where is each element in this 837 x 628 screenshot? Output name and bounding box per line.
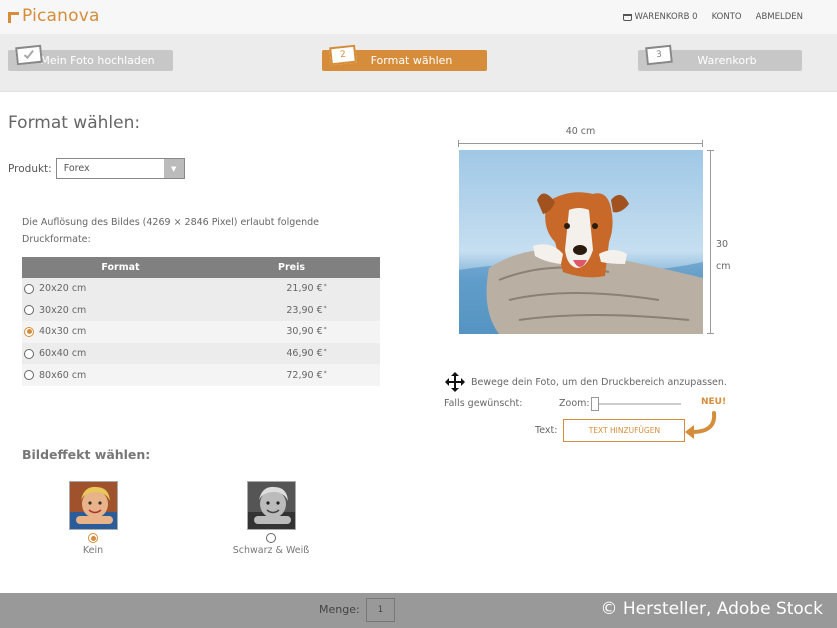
price-value: 30,90 € bbox=[286, 326, 323, 338]
zoom-label: Zoom: bbox=[559, 398, 590, 409]
step-3-badge: 3 bbox=[645, 44, 673, 66]
effect-bw-thumbnail[interactable] bbox=[246, 481, 296, 530]
move-hint-text: Bewege dein Foto, um den Druckbereich an… bbox=[471, 376, 727, 388]
quantity-label: Menge: bbox=[319, 603, 360, 616]
step-2-label: Format wählen bbox=[370, 54, 453, 67]
format-radio[interactable] bbox=[24, 348, 34, 359]
nav-logout[interactable]: ABMELDEN bbox=[756, 12, 803, 22]
price-footnote-mark: * bbox=[323, 283, 327, 291]
format-label: 80x60 cm bbox=[39, 369, 87, 381]
new-badge: NEU! bbox=[701, 397, 727, 407]
price-footnote-mark: * bbox=[323, 348, 327, 356]
format-label: 40x30 cm bbox=[39, 326, 87, 338]
step-1-badge bbox=[15, 44, 43, 66]
product-select[interactable]: Forex ▼ bbox=[55, 158, 185, 179]
logo[interactable]: Picanova bbox=[8, 5, 100, 27]
optional-label: Falls gewünscht: bbox=[444, 398, 523, 409]
effect-none-radio[interactable] bbox=[88, 533, 98, 543]
step-cart[interactable]: 3 Warenkorb bbox=[638, 44, 802, 71]
zoom-slider-handle[interactable] bbox=[591, 397, 599, 411]
price-footnote-mark: * bbox=[323, 369, 327, 377]
product-select-value: Forex bbox=[63, 163, 90, 174]
step-bar: Mein Foto hochladen 2 Format wählen 3 Wa… bbox=[0, 35, 837, 92]
effect-bw-label: Schwarz & Weiß bbox=[232, 545, 310, 556]
curved-arrow-icon bbox=[685, 411, 717, 439]
effect-none-thumbnail[interactable] bbox=[68, 481, 118, 530]
format-label: 20x20 cm bbox=[39, 283, 87, 295]
height-dimension-label: 30 cm bbox=[716, 234, 746, 278]
add-text-button[interactable]: TEXT HINZUFÜGEN bbox=[563, 419, 686, 442]
table-row[interactable]: 60x40 cm 46,90 €* bbox=[22, 342, 380, 365]
effect-none-label: Kein bbox=[82, 545, 104, 556]
format-label: 30x20 cm bbox=[39, 304, 87, 316]
table-row[interactable]: 80x60 cm 72,90 €* bbox=[22, 364, 380, 386]
text-label: Text: bbox=[535, 425, 558, 436]
price-footnote-mark: * bbox=[323, 304, 327, 312]
format-radio[interactable] bbox=[24, 283, 34, 294]
price-value: 46,90 € bbox=[286, 348, 323, 360]
format-label: 60x40 cm bbox=[39, 348, 87, 360]
product-label: Produkt: bbox=[8, 162, 52, 175]
step-3-label: Warenkorb bbox=[697, 54, 757, 67]
width-dimension-line bbox=[458, 140, 703, 147]
quantity-input[interactable]: 1 bbox=[366, 598, 395, 622]
product-row: Produkt: Forex ▼ bbox=[8, 158, 185, 179]
step-2-badge: 2 bbox=[329, 44, 357, 66]
height-unit: cm bbox=[716, 261, 731, 272]
header-price: Preis bbox=[277, 262, 305, 273]
cart-icon bbox=[622, 13, 632, 21]
logo-text: Picanova bbox=[22, 6, 100, 26]
effect-none[interactable]: Kein bbox=[53, 481, 133, 556]
nav-account[interactable]: KONTO bbox=[712, 12, 742, 22]
price-value: 72,90 € bbox=[286, 369, 323, 381]
price-value: 21,90 € bbox=[286, 283, 323, 295]
price-footnote-mark: * bbox=[323, 326, 327, 334]
top-header: Picanova WARENKORB 0 KONTO ABMELDEN bbox=[0, 0, 837, 35]
step-upload[interactable]: Mein Foto hochladen bbox=[8, 44, 173, 71]
footer-bar: Menge: 1 © Hersteller, Adobe Stock bbox=[0, 593, 837, 628]
format-radio[interactable] bbox=[24, 370, 34, 381]
price-value: 23,90 € bbox=[286, 304, 323, 316]
effect-bw-radio[interactable] bbox=[266, 533, 276, 543]
table-row[interactable]: 30x20 cm 23,90 €* bbox=[22, 299, 380, 322]
zoom-row: Falls gewünscht: Zoom: NEU! bbox=[444, 397, 744, 411]
height-value: 30 bbox=[716, 239, 729, 250]
zoom-slider-track[interactable] bbox=[595, 403, 681, 405]
page-title: Format wählen: bbox=[8, 113, 141, 133]
step-1-label: Mein Foto hochladen bbox=[40, 54, 155, 67]
effects-title: Bildeffekt wählen: bbox=[22, 447, 151, 462]
check-icon bbox=[23, 48, 34, 59]
copyright-notice: © Hersteller, Adobe Stock bbox=[600, 599, 823, 619]
format-radio[interactable] bbox=[24, 305, 34, 316]
nav-cart-label: WARENKORB 0 bbox=[634, 12, 698, 22]
move-hint-row: Bewege dein Foto, um den Druckbereich an… bbox=[444, 371, 727, 393]
table-header: Format Preis bbox=[22, 257, 380, 278]
header-format: Format bbox=[101, 262, 140, 273]
effect-bw[interactable]: Schwarz & Weiß bbox=[231, 481, 311, 556]
text-row: Text: TEXT HINZUFÜGEN bbox=[535, 419, 686, 442]
move-arrows-icon[interactable] bbox=[444, 371, 466, 393]
top-nav: WARENKORB 0 KONTO ABMELDEN bbox=[622, 12, 803, 22]
nav-cart[interactable]: WARENKORB 0 bbox=[622, 12, 698, 22]
format-table: Format Preis 20x20 cm 21,90 €* 30x20 cm … bbox=[22, 257, 380, 386]
logo-mark-icon bbox=[8, 11, 19, 23]
table-row[interactable]: 20x20 cm 21,90 €* bbox=[22, 278, 380, 300]
step-format[interactable]: 2 Format wählen bbox=[322, 44, 487, 71]
photo-preview[interactable] bbox=[459, 150, 703, 334]
chevron-down-icon[interactable]: ▼ bbox=[163, 159, 184, 178]
height-dimension-line bbox=[707, 150, 714, 334]
format-radio[interactable] bbox=[24, 326, 34, 337]
table-row[interactable]: 40x30 cm 30,90 €* bbox=[22, 321, 380, 343]
width-dimension-label: 40 cm bbox=[565, 126, 596, 137]
resolution-info: Die Auflösung des Bildes (4269 × 2846 Pi… bbox=[22, 217, 320, 245]
